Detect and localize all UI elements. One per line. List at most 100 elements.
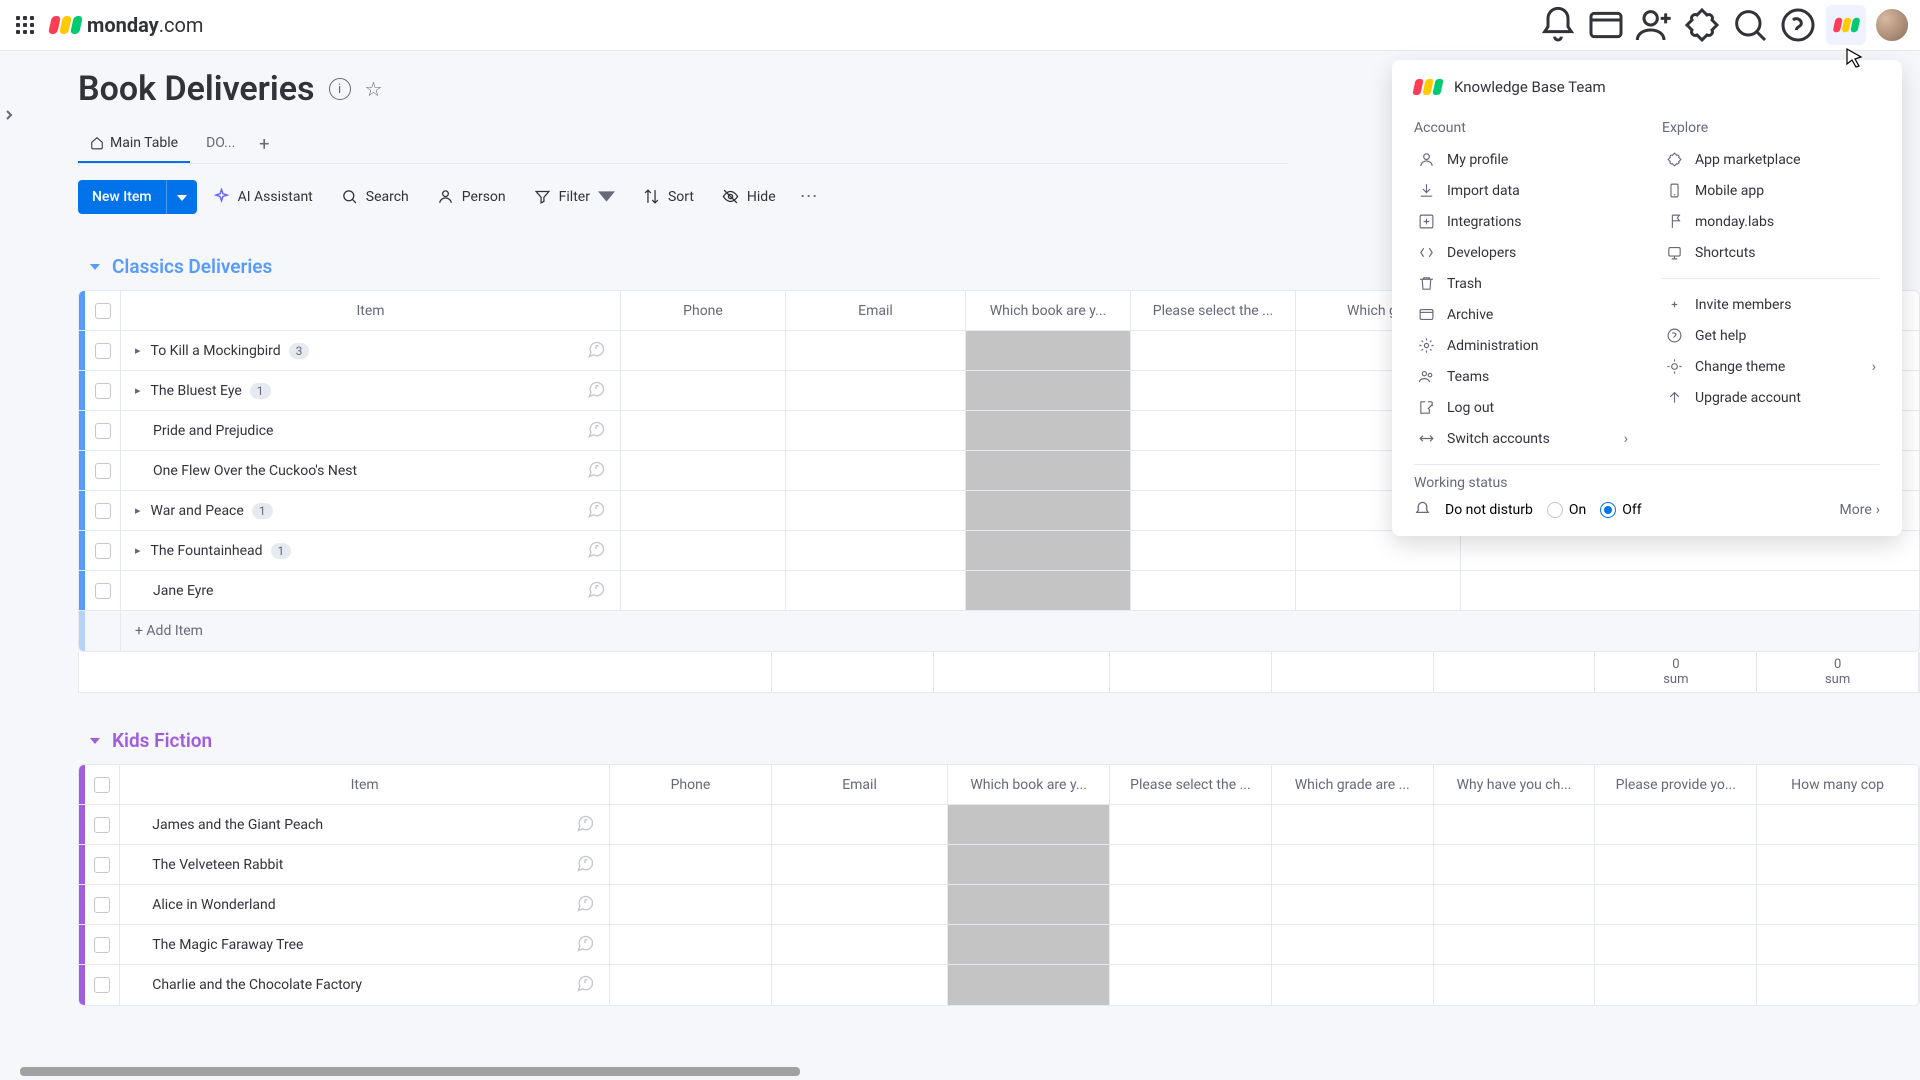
row-checkbox[interactable] — [95, 543, 111, 559]
dnd-off-radio[interactable]: Off — [1600, 502, 1641, 518]
row-checkbox[interactable] — [95, 343, 111, 359]
expand-subitems-icon[interactable]: ▸ — [135, 544, 141, 557]
row-checkbox[interactable] — [95, 503, 111, 519]
row-checkbox[interactable] — [95, 383, 111, 399]
menu-item-app-marketplace[interactable]: App marketplace — [1662, 144, 1880, 175]
menu-item-developers[interactable]: Developers — [1414, 237, 1632, 268]
item-name-cell[interactable]: Alice in Wonderland — [120, 885, 610, 924]
expand-subitems-icon[interactable]: ▸ — [135, 504, 141, 517]
invite-icon[interactable] — [1634, 5, 1674, 45]
tab-second[interactable]: DO... — [194, 125, 247, 163]
avatar[interactable] — [1874, 7, 1910, 43]
expand-subitems-icon[interactable]: ▸ — [135, 344, 141, 357]
search-icon[interactable] — [1730, 5, 1770, 45]
item-name-cell[interactable]: James and the Giant Peach — [120, 805, 610, 844]
row-checkbox[interactable] — [95, 583, 111, 599]
conversation-icon[interactable] — [575, 853, 595, 877]
item-name-cell[interactable]: Charlie and the Chocolate Factory — [120, 965, 610, 1005]
menu-item-get-help[interactable]: Get help — [1662, 320, 1880, 351]
notifications-icon[interactable] — [1538, 5, 1578, 45]
row-checkbox[interactable] — [94, 897, 110, 913]
dnd-on-radio[interactable]: On — [1547, 502, 1586, 518]
collapse-icon[interactable] — [88, 260, 102, 274]
new-item-dropdown[interactable] — [166, 180, 197, 214]
logo[interactable]: monday.com — [50, 13, 203, 37]
item-name-cell[interactable]: Pride and Prejudice — [121, 411, 621, 450]
item-name-cell[interactable]: The Velveteen Rabbit — [120, 845, 610, 884]
row-checkbox[interactable] — [94, 937, 110, 953]
expand-subitems-icon[interactable]: ▸ — [135, 384, 141, 397]
info-icon[interactable]: i — [329, 78, 351, 100]
column-header-item[interactable]: Item — [120, 765, 610, 804]
favorite-star-icon[interactable]: ☆ — [365, 77, 383, 101]
conversation-icon[interactable] — [575, 813, 595, 837]
row-checkbox[interactable] — [94, 977, 110, 993]
table-row[interactable]: James and the Giant Peach — [79, 805, 1919, 845]
conversation-icon[interactable] — [586, 539, 606, 563]
filter-button[interactable]: Filter — [522, 180, 627, 213]
column-header-item[interactable]: Item — [121, 291, 621, 330]
item-name-cell[interactable]: One Flew Over the Cuckoo's Nest — [121, 451, 621, 490]
sort-button[interactable]: Sort — [631, 180, 706, 213]
add-view-button[interactable]: + — [251, 131, 277, 157]
item-name-cell[interactable]: The Magic Faraway Tree — [120, 925, 610, 964]
table-row[interactable]: ▸The Fountainhead1 — [79, 531, 1919, 571]
item-name-cell[interactable]: ▸War and Peace1 — [121, 491, 621, 530]
menu-item-import-data[interactable]: Import data — [1414, 175, 1632, 206]
item-name-cell[interactable]: ▸The Bluest Eye1 — [121, 371, 621, 410]
table-row[interactable]: The Velveteen Rabbit — [79, 845, 1919, 885]
ai-assistant-button[interactable]: AI Assistant — [201, 180, 325, 213]
item-name-cell[interactable]: ▸To Kill a Mockingbird3 — [121, 331, 621, 370]
row-checkbox[interactable] — [94, 817, 110, 833]
more-actions-button[interactable]: ⋯ — [792, 178, 826, 215]
row-checkbox[interactable] — [94, 857, 110, 873]
menu-item-log-out[interactable]: Log out — [1414, 392, 1632, 423]
conversation-icon[interactable] — [586, 419, 606, 443]
conversation-icon[interactable] — [586, 459, 606, 483]
group-title-kids[interactable]: Kids Fiction — [112, 729, 212, 752]
row-checkbox[interactable] — [95, 463, 111, 479]
group-title-classics[interactable]: Classics Deliveries — [112, 255, 272, 278]
horizontal-scrollbar[interactable] — [20, 1067, 800, 1076]
help-icon[interactable] — [1778, 5, 1818, 45]
menu-item-archive[interactable]: Archive — [1414, 299, 1632, 330]
add-item-row[interactable]: + Add Item — [79, 611, 1919, 651]
person-filter-button[interactable]: Person — [425, 180, 518, 213]
menu-item-upgrade-account[interactable]: Upgrade account — [1662, 382, 1880, 413]
conversation-icon[interactable] — [575, 933, 595, 957]
tab-main-table[interactable]: Main Table — [78, 125, 190, 163]
menu-item-my-profile[interactable]: My profile — [1414, 144, 1632, 175]
menu-item-administration[interactable]: Administration — [1414, 330, 1632, 361]
page-title[interactable]: Book Deliveries — [78, 69, 315, 109]
item-name-cell[interactable]: ▸The Fountainhead1 — [121, 531, 621, 570]
table-row[interactable]: Charlie and the Chocolate Factory — [79, 965, 1919, 1005]
apps-grid-icon[interactable] — [10, 10, 40, 40]
sidebar-expand-icon[interactable] — [0, 85, 18, 145]
menu-item-invite-members[interactable]: Invite members — [1662, 289, 1880, 320]
menu-item-teams[interactable]: Teams — [1414, 361, 1632, 392]
menu-item-monday.labs[interactable]: monday.labs — [1662, 206, 1880, 237]
menu-item-trash[interactable]: Trash — [1414, 268, 1632, 299]
conversation-icon[interactable] — [586, 379, 606, 403]
hide-button[interactable]: Hide — [710, 180, 788, 213]
conversation-icon[interactable] — [586, 499, 606, 523]
apps-icon[interactable] — [1682, 5, 1722, 45]
conversation-icon[interactable] — [586, 579, 606, 603]
collapse-icon[interactable] — [88, 734, 102, 748]
conversation-icon[interactable] — [575, 973, 595, 997]
search-button[interactable]: Search — [329, 180, 421, 213]
table-row[interactable]: The Magic Faraway Tree — [79, 925, 1919, 965]
row-checkbox[interactable] — [95, 423, 111, 439]
conversation-icon[interactable] — [586, 339, 606, 363]
dnd-more-link[interactable]: More› — [1840, 502, 1880, 518]
menu-item-shortcuts[interactable]: Shortcuts — [1662, 237, 1880, 268]
menu-item-switch-accounts[interactable]: Switch accounts› — [1414, 423, 1632, 454]
product-switcher-icon[interactable] — [1826, 5, 1866, 45]
table-row[interactable]: Jane Eyre — [79, 571, 1919, 611]
menu-item-integrations[interactable]: Integrations — [1414, 206, 1632, 237]
item-name-cell[interactable]: Jane Eyre — [121, 571, 621, 610]
menu-item-mobile-app[interactable]: Mobile app — [1662, 175, 1880, 206]
inbox-icon[interactable] — [1586, 5, 1626, 45]
new-item-button[interactable]: New Item — [78, 180, 197, 214]
select-all-checkbox[interactable] — [95, 303, 111, 319]
